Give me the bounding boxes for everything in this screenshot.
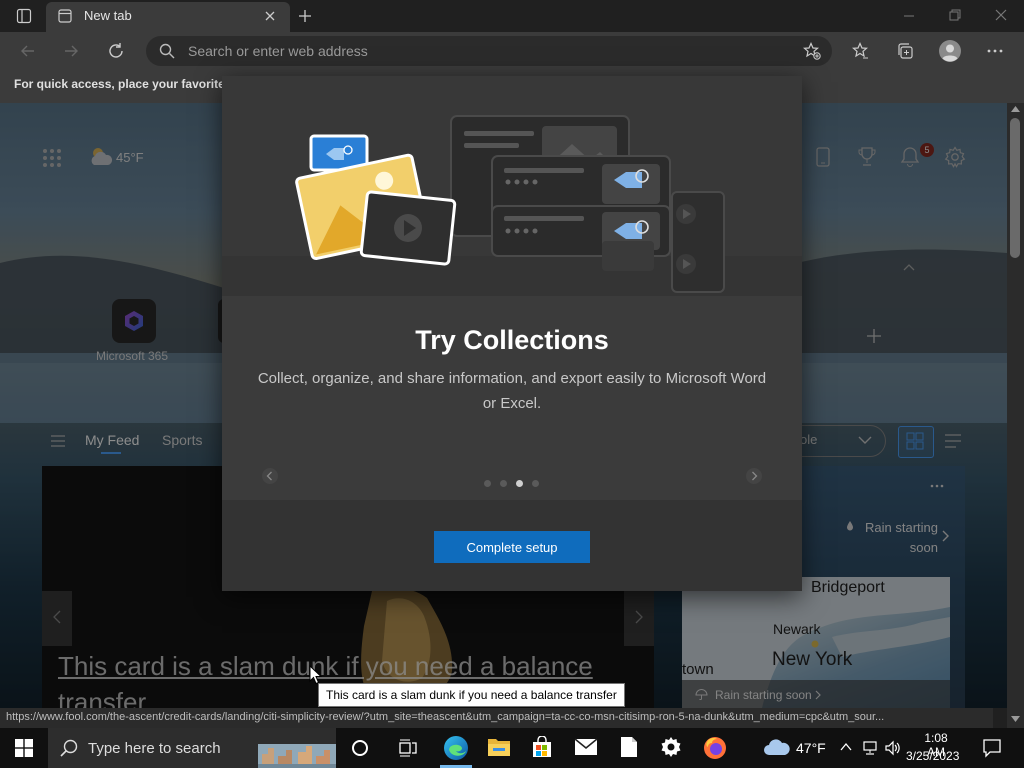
taskbar-search-placeholder: Type here to search: [88, 740, 221, 757]
dialog-description: Collect, organize, and share information…: [257, 370, 767, 412]
weather-cloud-icon[interactable]: [763, 738, 791, 756]
add-favorite-icon[interactable]: [803, 42, 821, 60]
search-icon: [60, 739, 78, 757]
back-arrow-icon[interactable]: [20, 43, 36, 59]
collections-icon[interactable]: [896, 42, 914, 60]
previous-page-button[interactable]: [262, 468, 278, 484]
new-tab-plus-icon[interactable]: [297, 8, 313, 24]
close-window-icon[interactable]: [995, 9, 1007, 21]
profile-avatar-icon[interactable]: [938, 39, 962, 63]
scrollbar-thumb[interactable]: [1010, 118, 1020, 258]
minimize-icon[interactable]: [903, 10, 915, 22]
restore-icon[interactable]: [949, 9, 961, 21]
mail-icon[interactable]: [574, 738, 598, 756]
dialog-title: Try Collections: [415, 325, 609, 355]
page-dot[interactable]: [500, 480, 507, 487]
scroll-down-arrow-icon[interactable]: [1011, 716, 1020, 722]
windows-start-icon[interactable]: [15, 739, 33, 757]
search-highlight-image-icon[interactable]: [258, 734, 336, 768]
action-center-icon[interactable]: [982, 738, 1002, 758]
more-options-icon[interactable]: [986, 42, 1004, 60]
collections-illustration: [222, 76, 802, 296]
next-page-button[interactable]: [746, 468, 762, 484]
status-url: https://www.fool.com/the-ascent/credit-c…: [6, 711, 885, 723]
link-tooltip: This card is a slam dunk if you need a b…: [318, 683, 625, 707]
chevron-up-icon[interactable]: [840, 742, 852, 752]
page-dot[interactable]: [484, 480, 491, 487]
task-view-icon[interactable]: [398, 739, 418, 757]
scroll-up-arrow-icon[interactable]: [1011, 106, 1020, 112]
microsoft-store-icon[interactable]: [531, 736, 553, 758]
taskbar-clock-date[interactable]: 3/25/2023: [906, 749, 959, 763]
forward-arrow-icon[interactable]: [63, 43, 79, 59]
tab-title: New tab: [84, 8, 132, 23]
close-tab-icon[interactable]: [264, 10, 276, 22]
cortana-icon[interactable]: [351, 739, 369, 757]
favorites-icon[interactable]: [851, 42, 869, 60]
taskbar-temperature[interactable]: 47°F: [796, 740, 826, 756]
refresh-icon[interactable]: [107, 42, 125, 60]
settings-gear-icon[interactable]: [660, 736, 682, 758]
mouse-cursor-icon: [309, 665, 322, 685]
tab-new-tab[interactable]: [46, 2, 290, 32]
sidebar-toggle-icon[interactable]: [16, 8, 32, 24]
volume-icon[interactable]: [884, 740, 902, 756]
address-placeholder: Search or enter web address: [188, 43, 368, 59]
network-icon[interactable]: [862, 740, 880, 756]
page-dot[interactable]: [532, 480, 539, 487]
firefox-icon[interactable]: [703, 736, 727, 760]
complete-setup-button[interactable]: Complete setup: [434, 531, 590, 563]
search-icon: [159, 43, 175, 59]
new-tab-page-icon: [58, 9, 72, 23]
notepad-icon[interactable]: [620, 736, 638, 758]
edge-browser-icon[interactable]: [443, 735, 469, 761]
file-explorer-icon[interactable]: [487, 736, 511, 758]
favorites-bar-message: For quick access, place your favorites h: [14, 77, 243, 91]
page-dot-active[interactable]: [516, 480, 523, 487]
